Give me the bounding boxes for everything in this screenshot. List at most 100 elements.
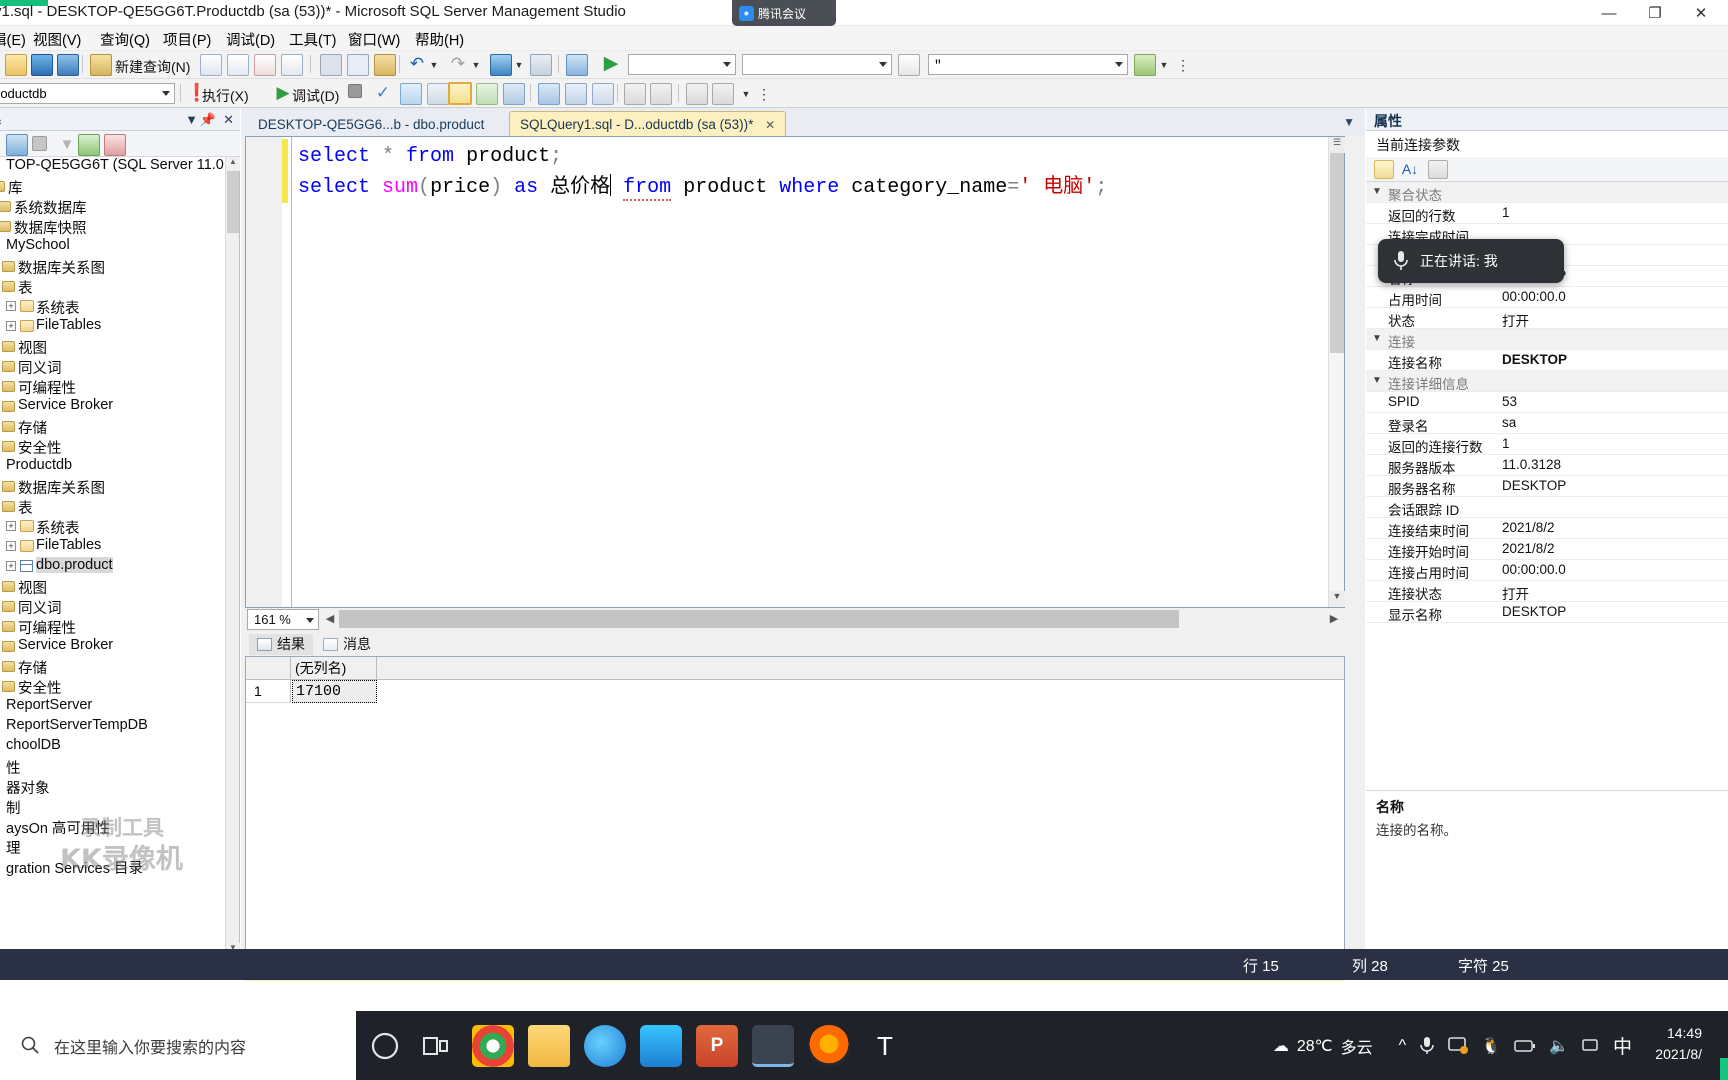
sql-code-editor[interactable]: select * from product; select sum(price)… <box>245 136 1345 608</box>
results-to-grid-2-icon[interactable] <box>592 83 614 105</box>
comment-icon[interactable] <box>624 83 646 105</box>
database-combo[interactable]: roductdb <box>0 83 175 104</box>
property-group-connection-details[interactable]: ▼ 连接详细信息 <box>1366 371 1728 392</box>
chevron-up-icon[interactable]: ^ <box>1399 1037 1407 1055</box>
paste-icon[interactable] <box>374 54 396 76</box>
scroll-right-icon-editor[interactable]: ▶ <box>1327 612 1341 625</box>
stop-icon[interactable] <box>348 84 362 98</box>
scroll-up-icon[interactable]: ▲ <box>226 157 240 171</box>
navigate-forward-icon[interactable] <box>530 54 552 76</box>
menu-item-window[interactable]: 窗口(W) <box>348 29 400 50</box>
undo-dropdown-icon[interactable]: ▼ <box>428 54 440 76</box>
results-to-grid-icon[interactable] <box>503 83 525 105</box>
execute-bang-icon[interactable]: ❗ <box>186 83 207 105</box>
edge-icon[interactable] <box>584 1025 626 1067</box>
taskbar-search[interactable]: 在这里输入你要搜索的内容 <box>0 1011 356 1080</box>
redo-dropdown-icon[interactable]: ▼ <box>470 54 482 76</box>
tab-sqlquery1[interactable]: SQLQuery1.sql - D...oductdb (sa (53))* ✕ <box>509 111 787 136</box>
property-row-connect-end-time[interactable]: 连接结束时间 2021/8/2 <box>1366 518 1728 539</box>
editor-split-handle[interactable]: ☰ <box>1329 137 1345 153</box>
property-group-aggregate[interactable]: ▼ 聚合状态 <box>1366 182 1728 203</box>
expander-icon[interactable]: + <box>6 521 16 531</box>
toolbar-search-combo[interactable]: " <box>928 54 1128 75</box>
row-cell-value[interactable]: 17100 <box>292 680 377 703</box>
property-row-state[interactable]: 状态 打开 <box>1366 308 1728 329</box>
editor-scroll-down-icon[interactable]: ▼ <box>1329 591 1345 607</box>
close-icon-oe[interactable]: ✕ <box>223 112 234 128</box>
alphabetical-sort-icon[interactable]: A↓ <box>1400 160 1420 179</box>
firefox-icon[interactable] <box>808 1025 850 1067</box>
expander-icon[interactable]: + <box>6 561 16 571</box>
editor-vscrollbar[interactable]: ☰ ▼ <box>1328 137 1345 607</box>
refresh-icon[interactable] <box>78 134 100 156</box>
new-analysis-query-icon[interactable] <box>227 54 249 76</box>
connect-icon[interactable] <box>6 134 28 156</box>
parse-icon[interactable] <box>566 54 588 76</box>
network-icon[interactable] <box>1582 1038 1600 1054</box>
menu-item-edit[interactable]: 辑(E) <box>0 29 26 50</box>
categorized-icon[interactable] <box>1374 160 1394 179</box>
property-row-connection-rows[interactable]: 返回的连接行数 1 <box>1366 434 1728 455</box>
maximize-button[interactable]: ❐ <box>1632 0 1678 26</box>
property-row-connect-state[interactable]: 连接状态 打开 <box>1366 581 1728 602</box>
cortana-icon[interactable] <box>364 1025 406 1067</box>
scroll-left-icon[interactable]: ◀ <box>323 612 337 625</box>
toolbar2-overflow-icon[interactable]: ⋮ <box>757 83 771 105</box>
property-row-spid[interactable]: SPID 53 <box>1366 392 1728 413</box>
ssms-icon[interactable] <box>752 1025 794 1067</box>
filter-green-icon[interactable] <box>1134 54 1156 76</box>
menu-item-debug[interactable]: 调试(D) <box>226 29 275 50</box>
menu-item-project[interactable]: 项目(P) <box>163 29 211 50</box>
disconnect-stop-icon[interactable] <box>32 136 47 151</box>
ime-language-indicator[interactable]: 中 <box>1613 1032 1632 1059</box>
expander-icon[interactable]: + <box>6 301 16 311</box>
results-to-text-icon[interactable] <box>538 83 560 105</box>
menu-item-tools[interactable]: 工具(T) <box>289 29 337 50</box>
expander-icon[interactable]: + <box>6 541 16 551</box>
redo-icon[interactable]: ↷ <box>447 54 469 76</box>
property-row-connect-start-time[interactable]: 连接开始时间 2021/8/2 <box>1366 539 1728 560</box>
chevron-down-icon-g2[interactable]: ▼ <box>1372 333 1382 344</box>
filter-settings-icon[interactable] <box>104 134 126 156</box>
editor-scroll-thumb[interactable] <box>1330 153 1344 353</box>
taskbar-clock[interactable]: 14:49 2021/8/ <box>1655 1023 1702 1065</box>
debug-label[interactable]: 调试(D) <box>292 86 339 106</box>
navigate-back-icon[interactable] <box>490 54 512 76</box>
microphone-toast[interactable]: 正在讲话: 我 <box>1378 239 1564 283</box>
property-row-login[interactable]: 登录名 sa <box>1366 413 1728 434</box>
chevron-down-icon-g1[interactable]: ▼ <box>1372 186 1382 197</box>
expander-icon[interactable]: + <box>6 321 16 331</box>
tab-results[interactable]: 结果 <box>249 634 313 655</box>
parse-checkmark-icon[interactable]: ✓ <box>372 83 394 105</box>
filter-dropdown-icon[interactable]: ▼ <box>1158 54 1170 76</box>
property-row-connect-elapsed[interactable]: 连接占用时间 00:00:00.0 <box>1366 560 1728 581</box>
undo-icon[interactable]: ↶ <box>406 54 428 76</box>
editor-hscrollbar[interactable]: ◀ ▶ <box>323 609 1341 630</box>
uncomment-icon[interactable] <box>650 83 672 105</box>
toolbar-overflow-icon[interactable]: ⋮ <box>1176 54 1190 76</box>
tab-messages[interactable]: 消息 <box>315 634 379 655</box>
query-options-icon[interactable] <box>427 83 449 105</box>
property-row-rows-returned[interactable]: 返回的行数 1 <box>1366 203 1728 224</box>
property-row-elapsed[interactable]: 占用时间 00:00:00.0 <box>1366 287 1728 308</box>
new-mdx-query-icon[interactable] <box>254 54 276 76</box>
save-icon[interactable] <box>31 54 53 76</box>
outdent-icon[interactable] <box>712 83 734 105</box>
display-estimated-plan-icon[interactable] <box>400 83 422 105</box>
microphone-icon-tray[interactable] <box>1419 1036 1435 1056</box>
results-grid[interactable]: (无列名) 1 17100 <box>245 656 1345 956</box>
new-query-icon[interactable] <box>90 54 112 76</box>
editor-text[interactable]: select * from product; select sum(price)… <box>298 141 1324 203</box>
file-explorer-icon[interactable] <box>528 1025 570 1067</box>
toolbar-combo-empty[interactable] <box>628 54 736 75</box>
property-pages-icon[interactable] <box>1428 160 1448 179</box>
chevron-down-icon-zoom[interactable] <box>306 618 314 623</box>
save-all-icon[interactable] <box>57 54 79 76</box>
menu-item-help[interactable]: 帮助(H) <box>415 29 464 50</box>
chrome-icon[interactable] <box>472 1025 514 1067</box>
menu-item-query[interactable]: 查询(Q) <box>100 29 150 50</box>
property-row-server-name[interactable]: 服务器名称 DESKTOP <box>1366 476 1728 497</box>
minimize-button[interactable]: — <box>1586 0 1632 26</box>
object-explorer-tree[interactable]: TOP-QE5GG6T (SQL Server 11.0.3' 库 系统数据库 … <box>0 157 240 957</box>
new-db-query-icon[interactable] <box>200 54 222 76</box>
